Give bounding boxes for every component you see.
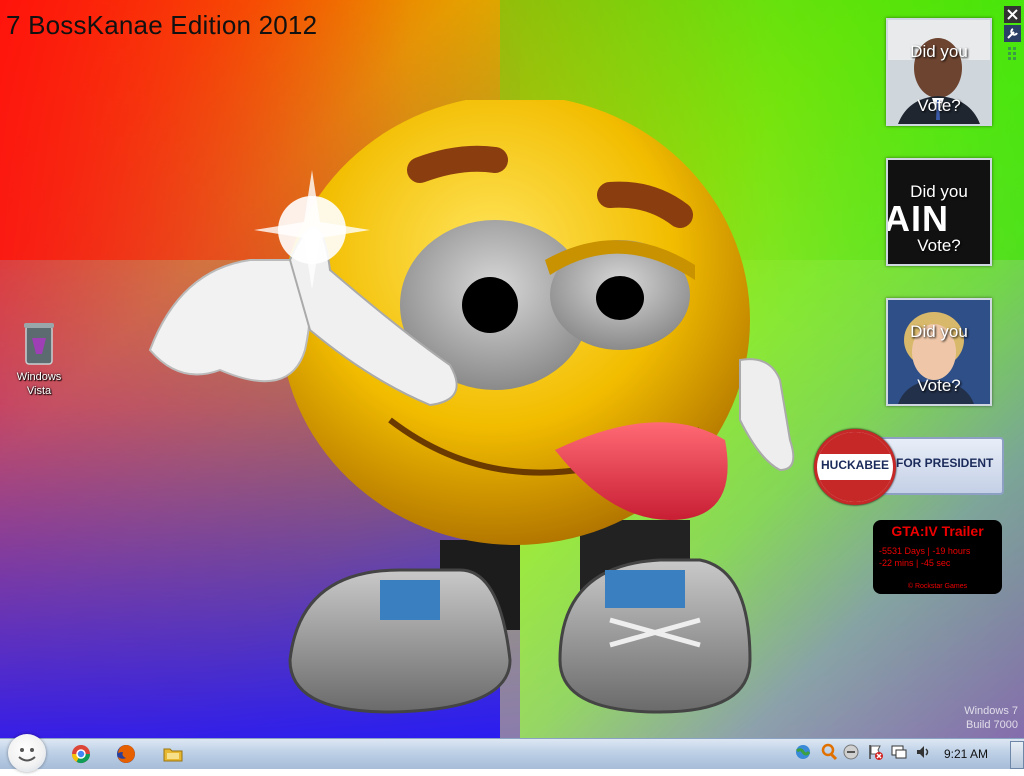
vote-gadget-text-top: Did you xyxy=(910,322,968,341)
vote-gadget-text-bottom: Vote? xyxy=(917,96,961,115)
drag-handle-icon[interactable] xyxy=(1004,44,1021,61)
gta-credit: © Rockstar Games xyxy=(907,583,968,590)
search-icon[interactable] xyxy=(820,743,838,761)
campaign-button-badge: HUCKABEE xyxy=(814,429,896,505)
wallpaper-smiley-illustration xyxy=(148,100,795,714)
vote-gadget-text-bottom: Vote? xyxy=(917,376,961,395)
campaign-slogan: FOR PRESIDENT xyxy=(896,456,994,470)
vote-gadget-text-top: Did you xyxy=(910,182,968,201)
taskbar: 9:21 AM xyxy=(0,734,1024,772)
candidate-name: HUCKABEE xyxy=(820,458,889,472)
watermark-line-2: Build 7000 xyxy=(966,719,1018,731)
huckabee-gadget[interactable]: HUCKABEE FOR PRESIDENT xyxy=(814,429,1004,505)
countdown-line-1: -5531 Days | -19 hours xyxy=(879,546,971,556)
volume-icon[interactable] xyxy=(914,743,932,761)
action-center-icon[interactable] xyxy=(866,743,884,761)
recycle-bin-label-line1: Windows xyxy=(16,371,62,383)
os-watermark: Windows 7 Build 7000 xyxy=(964,704,1018,732)
chrome-icon[interactable] xyxy=(70,743,92,765)
gta-countdown-gadget[interactable]: GTA:IV Trailer -5531 Days | -19 hours -2… xyxy=(873,520,1002,594)
vote-gadget-clinton[interactable]: Did you Vote? xyxy=(886,298,992,406)
vote-gadget-obama[interactable]: Did you Vote? xyxy=(886,18,992,126)
vote-gadget-text-bottom: Vote? xyxy=(917,236,961,255)
show-desktop-button[interactable] xyxy=(1010,741,1024,769)
gta-title: GTA:IV Trailer xyxy=(891,523,984,539)
sidebar-gadget-controls xyxy=(1004,6,1022,63)
vote-gadget-mccain[interactable]: AIN Did you Vote? xyxy=(886,158,992,266)
recycle-bin-icon xyxy=(24,323,54,365)
countdown-line-2: -22 mins | -45 sec xyxy=(879,558,951,568)
badge-red-band xyxy=(817,432,893,454)
taskbar-clock[interactable]: 9:21 AM xyxy=(944,747,988,761)
display-icon[interactable] xyxy=(890,743,908,761)
edition-title: 7 BossKanae Edition 2012 xyxy=(6,10,318,40)
watermark-line-1: Windows 7 xyxy=(964,705,1018,717)
options-wrench-icon[interactable] xyxy=(1004,25,1021,42)
campaign-banner-text: AIN xyxy=(886,198,949,239)
smiley-start-icon xyxy=(18,748,36,762)
messenger-icon[interactable] xyxy=(842,743,860,761)
firefox-icon[interactable] xyxy=(115,743,137,765)
recycle-bin-label-line2: Vista xyxy=(26,385,52,397)
folder-icon[interactable] xyxy=(162,743,184,765)
vote-gadget-text-top: Did you xyxy=(910,42,968,61)
network-globe-icon[interactable] xyxy=(794,743,812,761)
desktop: 7 BossKanae Edition 2012 Windows Vista D… xyxy=(0,0,1024,738)
start-button[interactable] xyxy=(8,734,46,772)
badge-red-band xyxy=(817,480,893,502)
recycle-bin-shortcut[interactable]: Windows Vista xyxy=(8,320,70,398)
close-icon[interactable] xyxy=(1004,6,1021,23)
